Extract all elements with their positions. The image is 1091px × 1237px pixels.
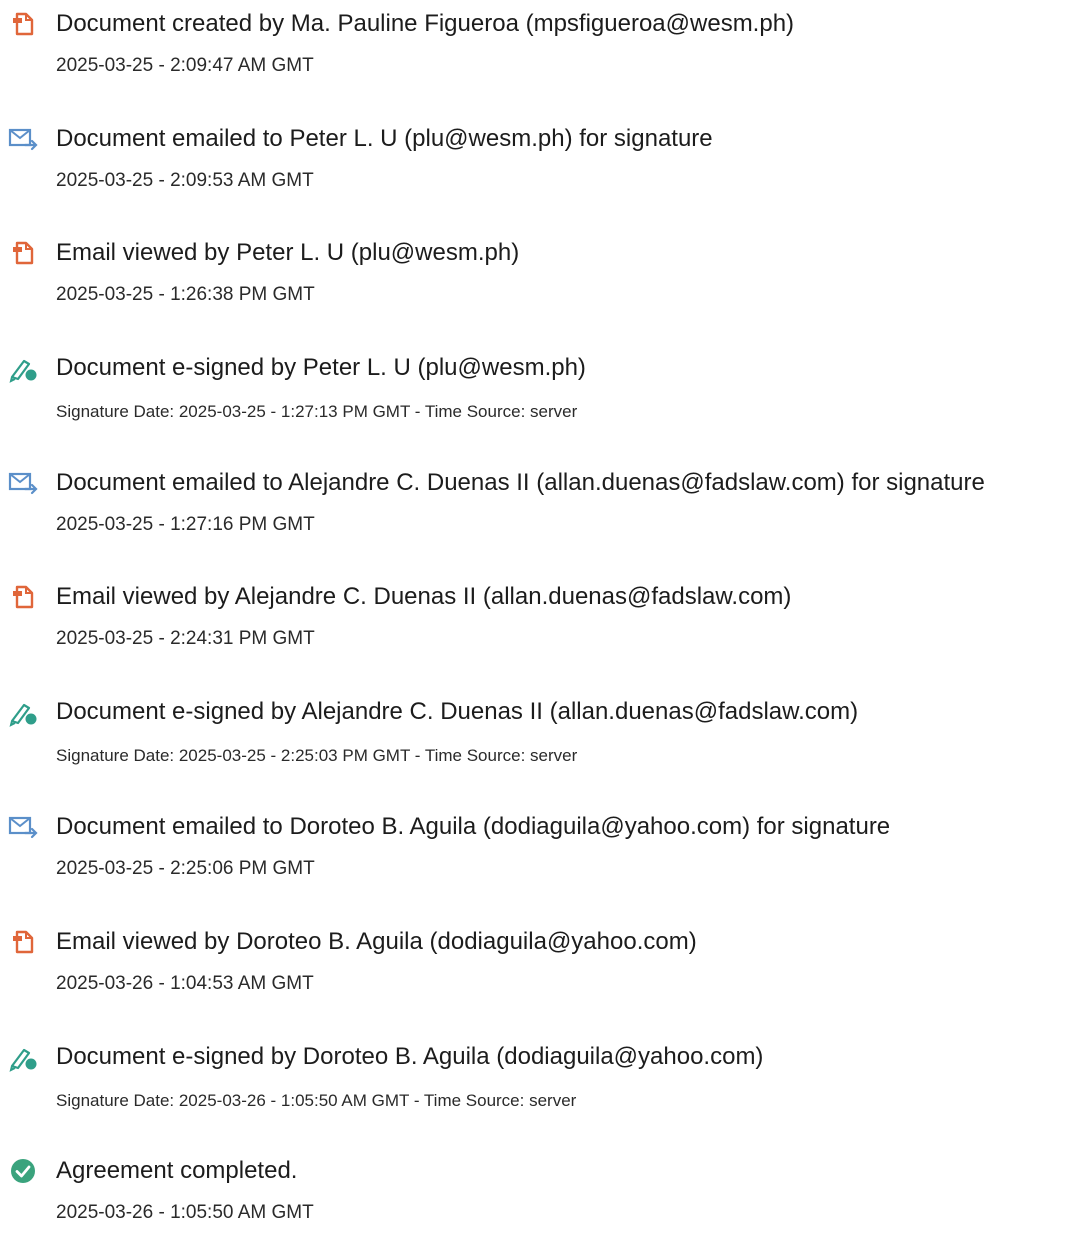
- event-description: Document e-signed by Peter L. U (plu@wes…: [56, 354, 586, 381]
- email-sent-icon: [8, 812, 38, 842]
- audit-event: Email viewed by Alejandre C. Duenas II (…: [0, 573, 1091, 663]
- document-icon: [8, 9, 38, 39]
- audit-event: Document e-signed by Doroteo B. Aguila (…: [0, 1033, 1091, 1123]
- event-timestamp: 2025-03-25 - 2:09:53 AM GMT: [56, 170, 314, 191]
- check-circle-icon: [8, 1156, 38, 1186]
- event-description: Document emailed to Alejandre C. Duenas …: [56, 469, 985, 496]
- document-icon: [8, 238, 38, 268]
- audit-event: Document emailed to Peter L. U (plu@wesm…: [0, 115, 1091, 205]
- event-description: Email viewed by Alejandre C. Duenas II (…: [56, 583, 792, 610]
- pen-sign-icon: [8, 1042, 38, 1072]
- event-description: Document e-signed by Alejandre C. Duenas…: [56, 698, 859, 725]
- signature-detail: Signature Date: 2025-03-25 - 1:27:13 PM …: [56, 402, 578, 421]
- email-sent-icon: [8, 124, 38, 154]
- pen-sign-icon: [8, 697, 38, 727]
- event-description: Agreement completed.: [56, 1157, 298, 1184]
- event-timestamp: 2025-03-25 - 2:25:06 PM GMT: [56, 858, 315, 879]
- audit-event: Document emailed to Doroteo B. Aguila (d…: [0, 803, 1091, 893]
- event-description: Document emailed to Peter L. U (plu@wesm…: [56, 125, 713, 152]
- event-description: Email viewed by Doroteo B. Aguila (dodia…: [56, 928, 697, 955]
- event-timestamp: 2025-03-25 - 2:09:47 AM GMT: [56, 55, 314, 76]
- document-icon: [8, 582, 38, 612]
- audit-event: Document created by Ma. Pauline Figueroa…: [0, 0, 1091, 90]
- event-timestamp: 2025-03-26 - 1:05:50 AM GMT: [56, 1202, 314, 1223]
- audit-event: Email viewed by Peter L. U (plu@wesm.ph)…: [0, 229, 1091, 319]
- event-description: Document e-signed by Doroteo B. Aguila (…: [56, 1043, 764, 1070]
- event-timestamp: 2025-03-26 - 1:04:53 AM GMT: [56, 973, 314, 994]
- audit-event: Document emailed to Alejandre C. Duenas …: [0, 459, 1091, 549]
- pen-sign-icon: [8, 353, 38, 383]
- event-description: Document created by Ma. Pauline Figueroa…: [56, 10, 795, 37]
- signature-detail: Signature Date: 2025-03-26 - 1:05:50 AM …: [56, 1091, 577, 1110]
- event-description: Email viewed by Peter L. U (plu@wesm.ph): [56, 239, 520, 266]
- audit-event: Document e-signed by Peter L. U (plu@wes…: [0, 344, 1091, 434]
- event-timestamp: 2025-03-25 - 1:26:38 PM GMT: [56, 284, 315, 305]
- audit-event: Email viewed by Doroteo B. Aguila (dodia…: [0, 918, 1091, 1008]
- event-timestamp: 2025-03-25 - 2:24:31 PM GMT: [56, 628, 315, 649]
- event-timestamp: 2025-03-25 - 1:27:16 PM GMT: [56, 514, 315, 535]
- email-sent-icon: [8, 468, 38, 498]
- document-icon: [8, 927, 38, 957]
- audit-event: Agreement completed. 2025-03-26 - 1:05:5…: [0, 1147, 1091, 1237]
- audit-event: Document e-signed by Alejandre C. Duenas…: [0, 688, 1091, 778]
- signature-detail: Signature Date: 2025-03-25 - 2:25:03 PM …: [56, 746, 578, 765]
- event-description: Document emailed to Doroteo B. Aguila (d…: [56, 813, 891, 840]
